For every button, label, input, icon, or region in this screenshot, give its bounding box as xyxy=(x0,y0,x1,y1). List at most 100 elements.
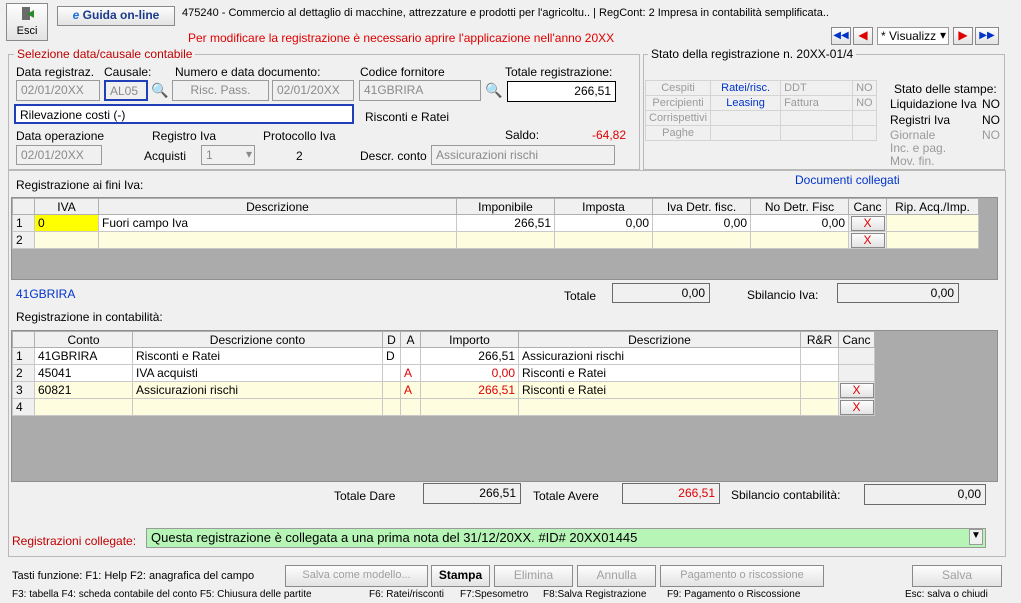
description-cell[interactable]: Risconti e Ratei xyxy=(518,364,801,382)
op-date-field[interactable]: 02/01/20XX xyxy=(16,145,102,165)
row-number: 3 xyxy=(12,381,35,399)
table-row[interactable]: 3 60821 Assicurazioni rischi A 266,51 Ri… xyxy=(12,381,875,399)
search-icon[interactable]: 🔍 xyxy=(485,82,502,99)
linked-select[interactable]: Questa registrazione è collegata a una p… xyxy=(146,528,986,548)
iva-code-cell[interactable]: 0 xyxy=(34,214,99,232)
table-row[interactable]: 4 X xyxy=(12,398,875,416)
online-guide-button[interactable]: e Guida on-line xyxy=(57,6,175,26)
description-cell[interactable]: Risconti e Ratei xyxy=(518,381,801,399)
date-field[interactable]: 02/01/20XX xyxy=(16,80,100,101)
view-mode-select[interactable]: * Visualizz ▾ xyxy=(877,27,949,45)
dare-cell[interactable] xyxy=(382,381,401,399)
account-cell[interactable]: 41GBRIRA xyxy=(34,347,133,365)
accounting-imbalance-label: Sbilancio contabilità: xyxy=(731,488,841,502)
delete-row-button[interactable]: X xyxy=(850,215,885,231)
causale-field[interactable]: AL05 xyxy=(104,80,148,101)
linked-label: Registrazioni collegate: xyxy=(12,534,137,548)
dare-cell[interactable]: D xyxy=(382,347,401,365)
iva-col-header: Rip. Acq./Imp. xyxy=(886,198,979,215)
account-desc-cell[interactable]: IVA acquisti xyxy=(132,364,383,382)
acc-col-header: R&R xyxy=(800,331,839,348)
delete-row-button[interactable]: X xyxy=(839,399,874,415)
delete-row-button[interactable]: X xyxy=(839,382,874,398)
accounting-header-row: Conto Descrizione conto D A Importo Desc… xyxy=(12,331,875,348)
table-row[interactable]: 1 41GBRIRA Risconti e Ratei D 266,51 Ass… xyxy=(12,347,875,365)
search-icon[interactable]: 🔍 xyxy=(151,82,168,99)
account-desc-cell[interactable]: Assicurazioni rischi xyxy=(132,381,383,399)
doc-number-field[interactable]: Risc. Pass. xyxy=(172,80,269,101)
doc-date-field[interactable]: 02/01/20XX xyxy=(272,80,354,101)
acc-col-header: Descrizione conto xyxy=(132,331,383,348)
first-record-button[interactable]: ◀◀ xyxy=(831,27,851,45)
prev-icon: ◀ xyxy=(858,28,868,42)
account-desc-cell[interactable] xyxy=(132,398,383,416)
acc-col-header: Conto xyxy=(34,331,133,348)
iva-desc-cell[interactable] xyxy=(98,231,457,249)
save-as-model-button[interactable]: Salva come modello... xyxy=(285,565,428,587)
save-button[interactable]: Salva xyxy=(912,565,1002,587)
detr-cell[interactable] xyxy=(652,231,751,249)
exit-button[interactable]: Esci xyxy=(6,3,48,41)
nodetr-cell[interactable] xyxy=(750,231,849,249)
supplier-label: Codice fornitore xyxy=(360,65,445,79)
account-cell[interactable]: 45041 xyxy=(34,364,133,382)
account-desc-cell[interactable]: Risconti e Ratei xyxy=(132,347,383,365)
account-desc-field[interactable]: Assicurazioni rischi xyxy=(431,145,615,165)
rip-cell[interactable] xyxy=(886,214,979,232)
status-cell: NO xyxy=(852,95,878,111)
status-row: Corrispettivi xyxy=(644,110,878,126)
function-keys-line1: Tasti funzione: F1: Help F2: anagrafica … xyxy=(12,570,255,582)
avere-cell[interactable]: A xyxy=(400,381,421,399)
account-desc-label: Descr. conto xyxy=(360,149,427,163)
iva-register-value: 1 xyxy=(206,148,213,162)
delete-row-button[interactable]: X xyxy=(850,232,885,248)
acc-col-header: A xyxy=(400,331,421,348)
iva-code-cell[interactable] xyxy=(34,231,99,249)
table-row[interactable]: 2 45041 IVA acquisti A 0,00 Risconti e R… xyxy=(12,364,875,382)
total-field[interactable]: 266,51 xyxy=(507,81,616,102)
iva-desc-cell[interactable]: Fuori campo Iva xyxy=(98,214,457,232)
prev-record-button[interactable]: ◀ xyxy=(853,27,873,45)
nodetr-cell[interactable]: 0,00 xyxy=(750,214,849,232)
detr-cell[interactable]: 0,00 xyxy=(652,214,751,232)
table-row[interactable]: 2 X xyxy=(12,231,979,249)
rr-cell[interactable] xyxy=(800,398,839,416)
avere-cell[interactable] xyxy=(400,398,421,416)
rr-cell[interactable] xyxy=(800,364,839,382)
avere-cell[interactable]: A xyxy=(400,364,421,382)
print-button[interactable]: Stampa xyxy=(431,565,490,587)
dare-cell[interactable] xyxy=(382,398,401,416)
payment-button[interactable]: Pagamento o riscossione xyxy=(660,565,824,587)
doc-label: Numero e data documento: xyxy=(175,65,321,79)
delete-button[interactable]: Elimina xyxy=(494,565,573,587)
cancel-button[interactable]: Annulla xyxy=(577,565,656,587)
dare-cell[interactable] xyxy=(382,364,401,382)
imponibile-cell[interactable] xyxy=(456,231,555,249)
amount-cell[interactable]: 0,00 xyxy=(420,364,519,382)
avere-cell[interactable] xyxy=(400,347,421,365)
account-cell[interactable]: 60821 xyxy=(34,381,133,399)
imposta-cell[interactable]: 0,00 xyxy=(554,214,653,232)
status-cell xyxy=(710,125,782,141)
imposta-cell[interactable] xyxy=(554,231,653,249)
imponibile-cell[interactable]: 266,51 xyxy=(456,214,555,232)
rip-cell[interactable] xyxy=(886,231,979,249)
description-field[interactable]: Rilevazione costi (-) xyxy=(14,104,354,124)
supplier-field[interactable]: 41GBRIRA xyxy=(359,80,481,101)
total-label: Totale registrazione: xyxy=(505,65,613,79)
iva-register-select[interactable]: 1 ▾ xyxy=(201,145,255,165)
last-record-button[interactable]: ▶▶ xyxy=(975,27,999,45)
account-cell[interactable] xyxy=(34,398,133,416)
amount-cell[interactable]: 266,51 xyxy=(420,347,519,365)
description-cell[interactable]: Assicurazioni rischi xyxy=(518,347,801,365)
linked-documents-link[interactable]: Documenti collegati xyxy=(795,173,900,187)
rr-cell[interactable] xyxy=(800,381,839,399)
description-cell[interactable] xyxy=(518,398,801,416)
status-cell: Cespiti xyxy=(644,80,712,96)
amount-cell[interactable]: 266,51 xyxy=(420,381,519,399)
next-record-button[interactable]: ▶ xyxy=(953,27,973,45)
rr-cell[interactable] xyxy=(800,347,839,365)
iva-register-type: Acquisti xyxy=(144,149,187,163)
table-row[interactable]: 1 0 Fuori campo Iva 266,51 0,00 0,00 0,0… xyxy=(12,214,979,232)
amount-cell[interactable] xyxy=(420,398,519,416)
